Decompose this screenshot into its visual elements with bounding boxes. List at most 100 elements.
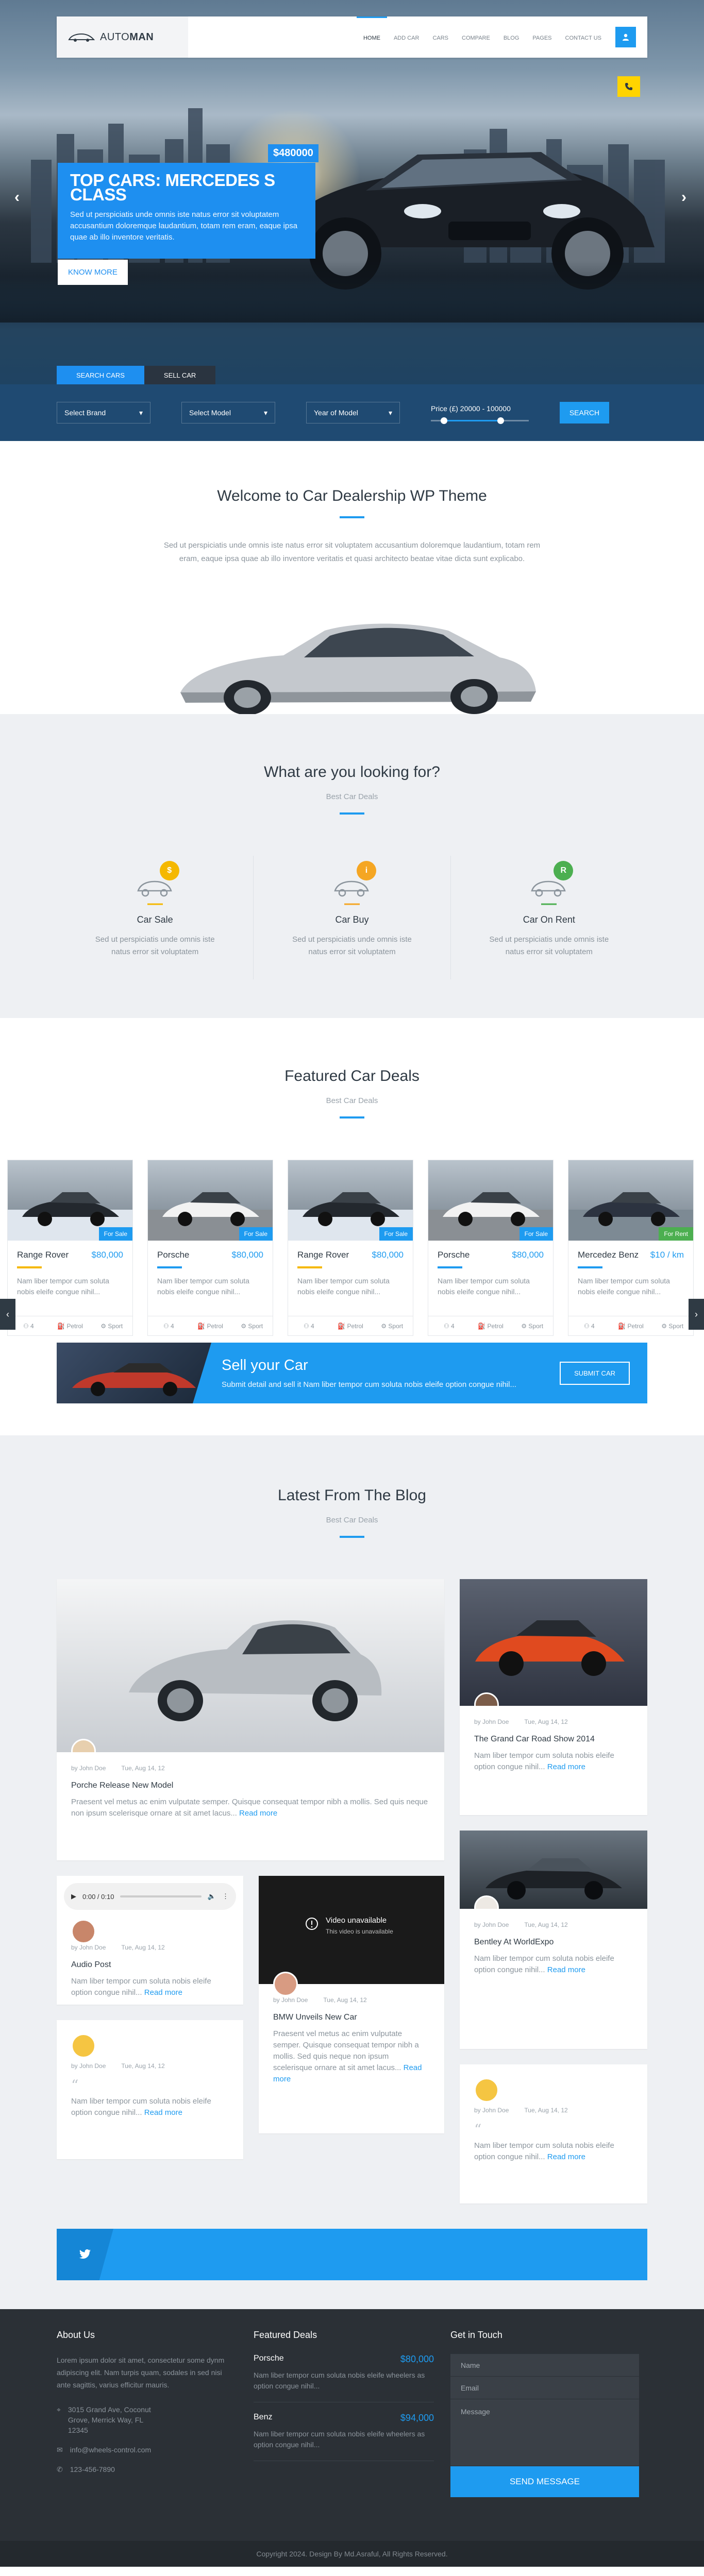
read-more-link[interactable]: Read more — [144, 2108, 182, 2117]
search-button[interactable]: SEARCH — [560, 402, 609, 423]
read-more-link[interactable]: Read more — [239, 1809, 277, 1818]
blog-post[interactable]: by John Doe Tue, Aug 14, 12 “ Nam liber t… — [57, 2020, 243, 2159]
deal-name[interactable]: Range Rover — [297, 1250, 349, 1260]
featured-deals-section: Featured Car Deals Best Car Deals For Sa… — [0, 1018, 704, 1343]
more-options-icon[interactable]: ⋮ — [222, 1892, 229, 1901]
site-logo[interactable]: AUTOMAN — [57, 16, 188, 58]
name-field[interactable]: Name — [450, 2354, 639, 2377]
price-range-slider[interactable]: Price (£) 20000 - 100000 — [431, 404, 529, 424]
service-car-buy[interactable]: i Car Buy Sed ut perspiciatis unde omnis… — [254, 856, 451, 979]
blog-post[interactable]: ▶ 0:00 / 0:10 🔈 ⋮ by John Doe Tue, Aug 14… — [57, 1876, 243, 2005]
blog-post[interactable]: by John Doe Tue, Aug 14, 12 Porche Releas… — [57, 1579, 444, 1860]
post-title[interactable]: Porche Release New Model — [57, 1772, 444, 1790]
services-title: What are you looking for? — [264, 764, 440, 781]
deal-name[interactable]: Porsche — [438, 1250, 470, 1260]
twitter-icon[interactable] — [57, 2229, 113, 2280]
audio-progress[interactable] — [120, 1895, 202, 1897]
select-model[interactable]: Select Model ▾ — [181, 402, 275, 423]
deal-name[interactable]: Porsche — [157, 1250, 189, 1260]
footer-deal-price: $94,000 — [400, 2413, 434, 2423]
footer-phone[interactable]: 123-456-7890 — [70, 2464, 115, 2475]
play-icon[interactable]: ▶ — [71, 1892, 76, 1901]
car-search-bar: Select Brand ▾ Select Model ▾ Year of Mode… — [0, 384, 704, 441]
gear-icon: ⚙ — [381, 1322, 387, 1330]
deal-name[interactable]: Mercedez Benz — [578, 1250, 639, 1260]
deal-features: ⚇ 4 ⛽ Petrol ⚙ Sport — [288, 1316, 413, 1335]
carousel-prev-button[interactable]: ‹ — [0, 1299, 15, 1330]
deal-price: $80,000 — [231, 1250, 263, 1260]
deal-name[interactable]: Range Rover — [17, 1250, 69, 1260]
slider-next-arrow[interactable]: › — [681, 189, 686, 206]
hero-slider: AUTOMAN HOME ADD CAR CARS COMPARE BLOG P… — [0, 0, 704, 384]
car-sale-icon: $ — [127, 861, 183, 907]
nav-home[interactable]: HOME — [356, 16, 387, 58]
read-more-link[interactable]: Read more — [547, 1762, 585, 1771]
price-min-handle[interactable] — [441, 417, 447, 424]
audio-player[interactable]: ▶ 0:00 / 0:10 🔈 ⋮ — [64, 1883, 236, 1910]
services-subtitle: Best Car Deals — [326, 792, 378, 801]
blog-post[interactable]: Video unavailable This video is unavailab… — [259, 1876, 444, 2133]
deal-card[interactable]: For Sale Porsche $80,000 Nam liber tempor c… — [147, 1160, 273, 1336]
blog-post[interactable]: by John Doe Tue, Aug 14, 12 The Grand Car… — [460, 1579, 647, 1815]
service-text: Sed ut perspiciatis unde omnis iste natu… — [489, 935, 609, 956]
phone-call-button[interactable] — [617, 76, 640, 97]
deal-features: ⚇ 4 ⛽ Petrol ⚙ Sport — [568, 1316, 693, 1335]
quote-icon: “ — [474, 2121, 482, 2138]
message-field[interactable]: Message — [450, 2399, 639, 2466]
title-underline — [340, 812, 364, 815]
service-car-sale[interactable]: $ Car Sale Sed ut perspiciatis unde omni… — [57, 856, 254, 979]
blog-post[interactable]: by John Doe Tue, Aug 14, 12 “ Nam liber t… — [460, 2064, 647, 2204]
footer-email[interactable]: info@wheels-control.com — [70, 2445, 151, 2455]
read-more-link[interactable]: Read more — [547, 1965, 585, 1974]
sell-your-car-banner: Sell your Car Submit detail and sell it … — [57, 1343, 647, 1403]
nav-add-car[interactable]: ADD CAR — [387, 16, 426, 58]
post-date: Tue, Aug 14, 12 — [323, 1996, 367, 2004]
post-title[interactable]: The Grand Car Road Show 2014 — [460, 1725, 647, 1744]
footer-deal-item[interactable]: Porsche $80,000 Nam liber tempor cum solu… — [254, 2354, 434, 2402]
deal-card[interactable]: For Sale Range Rover $80,000 Nam liber temp… — [288, 1160, 413, 1336]
carousel-next-button[interactable]: › — [689, 1299, 704, 1330]
post-title[interactable]: Bentley At WorldExpo — [460, 1928, 647, 1947]
read-more-link[interactable]: Read more — [144, 1988, 182, 1997]
nav-cars[interactable]: CARS — [426, 16, 455, 58]
nav-pages[interactable]: PAGES — [526, 16, 558, 58]
twitter-banner — [57, 2229, 647, 2280]
post-title[interactable]: BMW Unveils New Car — [259, 2004, 444, 2022]
know-more-button[interactable]: KNOW MORE — [58, 260, 128, 285]
title-underline — [340, 516, 364, 518]
service-car-on-rent[interactable]: R Car On Rent Sed ut perspiciatis unde o… — [451, 856, 647, 979]
phone-icon — [625, 83, 632, 90]
post-author: by John Doe — [474, 1718, 509, 1725]
nav-contact-us[interactable]: CONTACT US — [559, 16, 609, 58]
tab-search-cars[interactable]: SEARCH CARS — [57, 366, 144, 384]
slider-prev-arrow[interactable]: ‹ — [14, 189, 20, 206]
post-title[interactable]: Audio Post — [57, 1951, 243, 1970]
price-max-handle[interactable] — [497, 417, 505, 424]
sell-text: Submit detail and sell it Nam liber temp… — [222, 1380, 516, 1389]
footer-contact: Get in Touch Name Email Message SEND MES… — [450, 2330, 647, 2497]
nav-blog[interactable]: BLOG — [497, 16, 526, 58]
tab-sell-car[interactable]: SELL CAR — [144, 366, 216, 384]
submit-car-button[interactable]: SUBMIT CAR — [560, 1361, 630, 1385]
post-excerpt: Nam liber tempor cum soluta nobis eleife… — [474, 1954, 614, 1974]
send-message-button[interactable]: SEND MESSAGE — [450, 2466, 639, 2497]
select-year[interactable]: Year of Model ▾ — [306, 402, 400, 423]
blog-subtitle: Best Car Deals — [326, 1516, 378, 1524]
deal-card[interactable]: For Sale Porsche $80,000 Nam liber tempor c… — [428, 1160, 554, 1336]
video-embed[interactable]: Video unavailable This video is unavailab… — [259, 1876, 444, 1996]
footer-featured-deals: Featured Deals Porsche $80,000 Nam liber … — [254, 2330, 450, 2497]
read-more-link[interactable]: Read more — [547, 2153, 585, 2161]
blog-section: Latest From The Blog Best Car Deals by J… — [0, 1435, 704, 2229]
email-field[interactable]: Email — [450, 2377, 639, 2399]
deal-card[interactable]: For Sale Range Rover $80,000 Nam liber temp… — [7, 1160, 133, 1336]
seats-feature: ⚇ 4 — [583, 1322, 595, 1330]
nav-compare[interactable]: COMPARE — [455, 16, 497, 58]
service-text: Sed ut perspiciatis unde omnis iste natu… — [292, 935, 412, 956]
footer-deal-item[interactable]: Benz $94,000 Nam liber tempor cum soluta … — [254, 2413, 434, 2461]
select-brand[interactable]: Select Brand ▾ — [57, 402, 150, 423]
blog-post[interactable]: by John Doe Tue, Aug 14, 12 Bentley At Wo… — [460, 1831, 647, 2049]
volume-icon[interactable]: 🔈 — [208, 1892, 216, 1901]
post-author: by John Doe — [71, 1765, 106, 1772]
user-account-button[interactable] — [615, 27, 636, 47]
deal-card[interactable]: For Rent Mercedez Benz $10 / km Nam liber t… — [568, 1160, 694, 1336]
